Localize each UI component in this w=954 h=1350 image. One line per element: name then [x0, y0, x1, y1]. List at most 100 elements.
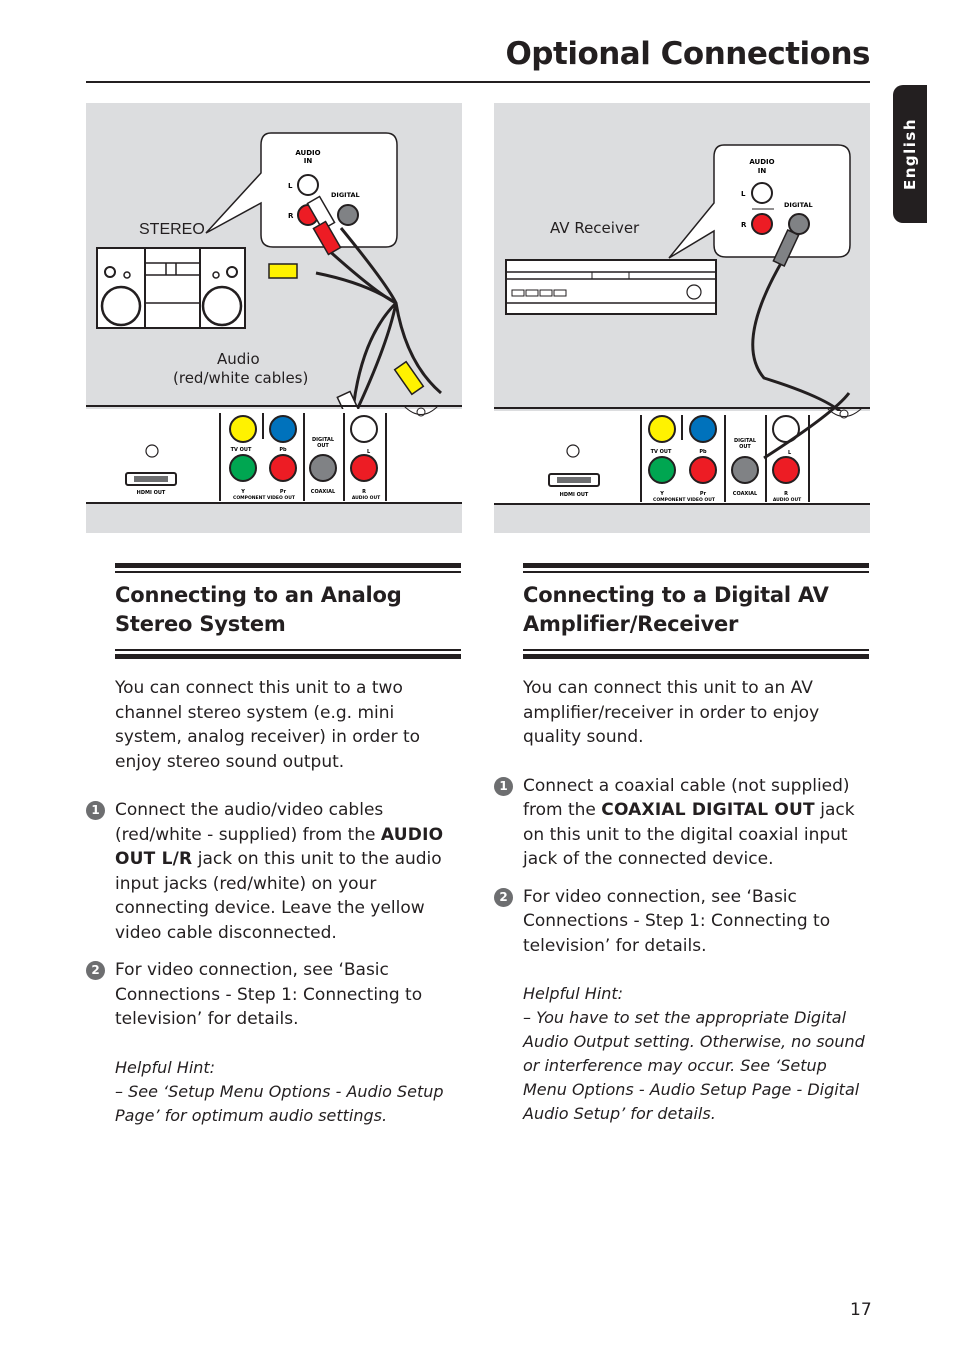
step-1: 1 Connect the audio/video cables (red/wh… — [86, 798, 461, 945]
step-number-icon: 1 — [494, 776, 513, 796]
callout-audio-in: AUDIO — [749, 158, 774, 166]
intro-paragraph: You can connect this unit to an AV ampli… — [523, 678, 820, 747]
coaxial-label: COAXIAL — [733, 491, 758, 497]
analog-stereo-section: Connecting to an Analog Stereo System Yo… — [86, 563, 461, 1128]
digital-out-label-2: OUT — [739, 444, 751, 450]
page-number: 17 — [850, 1300, 872, 1320]
step-2: 2 For video connection, see ‘Basic Conne… — [86, 958, 461, 1032]
audio-r-jack — [350, 454, 378, 482]
step-1: 1 Connect a coaxial cable (not supplied)… — [494, 774, 869, 872]
title-rule — [86, 81, 870, 83]
pr-label: Pr — [280, 489, 287, 495]
callout-l: L — [288, 182, 293, 190]
intro-paragraph: You can connect this unit to a two chann… — [115, 678, 421, 772]
callout-l: L — [741, 190, 746, 198]
pr-jack — [269, 454, 297, 482]
step-number-icon: 2 — [86, 961, 105, 980]
digital-av-diagram: AUDIO IN L R DIGITAL HDMI OUT TV OUT Pb … — [494, 103, 870, 533]
audio-out-label: AUDIO OUT — [352, 495, 381, 501]
page-title: Optional Connections — [505, 36, 870, 72]
section-heading: Connecting to an Analog Stereo System — [115, 581, 461, 639]
jack-l-in — [297, 174, 319, 196]
coaxial-jack — [731, 456, 759, 484]
pb-label: Pb — [699, 449, 707, 455]
callout-audio-in: AUDIO — [295, 149, 320, 157]
pb-jack — [689, 415, 717, 443]
audio-cable-label-2: (red/white cables) — [173, 369, 309, 387]
language-tab: English — [893, 85, 927, 223]
analog-diagram-art: AUDIO IN L R DIGITAL HDMI OUT TV OUT Pb … — [86, 132, 462, 504]
heading-rule-bottom-thin — [523, 649, 869, 651]
helpful-hint: Helpful Hint: – See ‘Setup Menu Options … — [115, 1056, 461, 1128]
heading-rule-top-thick — [115, 563, 461, 568]
step-text: For video connection, see ‘Basic Connect… — [115, 960, 423, 1029]
jack-r-in — [751, 213, 773, 235]
jack-l-in — [751, 182, 773, 204]
step-number-icon: 1 — [86, 801, 105, 820]
coaxial-label: COAXIAL — [311, 489, 336, 495]
hint-text: – You have to set the appropriate Digita… — [523, 1008, 865, 1123]
coaxial-jack — [309, 454, 337, 482]
step-2: 2 For video connection, see ‘Basic Conne… — [494, 885, 869, 959]
pr-jack — [689, 456, 717, 484]
step-text: Connect the audio/video cables (red/whit… — [115, 800, 384, 845]
stereo-label: STEREO — [139, 221, 205, 238]
digital-av-section: Connecting to a Digital AV Amplifier/Rec… — [494, 563, 869, 1126]
audio-l-jack — [350, 415, 378, 443]
component-label: COMPONENT VIDEO OUT — [233, 495, 296, 501]
hdmi-out-label: HDMI OUT — [137, 490, 166, 496]
audio-cable-label: Audio — [217, 350, 260, 368]
tv-out-label: TV OUT — [651, 449, 672, 455]
callout-digital: DIGITAL — [784, 201, 813, 209]
rear-panel: HDMI OUT TV OUT Pb Y Pr COMPONENT VIDEO … — [86, 405, 462, 504]
av-receiver-icon — [505, 259, 717, 315]
step-text: For video connection, see ‘Basic Connect… — [523, 886, 831, 956]
step-number-icon: 2 — [494, 887, 513, 907]
audio-r-label: R — [784, 491, 788, 497]
digital-out-label-2: OUT — [317, 443, 329, 449]
heading-rule-top-thin — [115, 571, 461, 573]
callout-r: R — [741, 221, 747, 229]
jack-digital-in — [337, 204, 359, 226]
hdmi-out-label: HDMI OUT — [560, 492, 589, 498]
heading-rule-bottom-thin — [115, 649, 461, 651]
component-label: COMPONENT VIDEO OUT — [653, 497, 716, 503]
tv-out-jack — [229, 415, 257, 443]
jack-digital-in — [788, 213, 810, 235]
analog-stereo-diagram: AUDIO IN L R DIGITAL HDMI OUT TV OUT Pb … — [86, 103, 462, 533]
heading-line-2: Amplifier/Receiver — [523, 612, 739, 636]
language-tab-label: English — [901, 117, 919, 191]
y-label: Y — [659, 491, 664, 497]
callout-digital: DIGITAL — [331, 191, 360, 199]
pb-label: Pb — [279, 447, 287, 453]
hint-title: Helpful Hint: — [523, 984, 624, 1003]
audio-r-label: R — [362, 489, 366, 495]
tv-out-jack — [648, 415, 676, 443]
callout-audio-in-2: IN — [304, 157, 313, 165]
y-jack — [648, 456, 676, 484]
digital-diagram-art: AUDIO IN L R DIGITAL HDMI OUT TV OUT Pb … — [494, 144, 870, 505]
heading-line-1: Connecting to an Analog — [115, 583, 402, 607]
heading-rule-bottom-thick — [115, 654, 461, 659]
heading-rule-bottom-thick — [523, 654, 869, 659]
section-heading: Connecting to a Digital AV Amplifier/Rec… — [523, 581, 869, 639]
helpful-hint: Helpful Hint: – You have to set the appr… — [523, 982, 869, 1126]
y-label: Y — [240, 489, 245, 495]
pb-jack — [269, 415, 297, 443]
hint-title: Helpful Hint: — [115, 1057, 216, 1077]
pr-label: Pr — [700, 491, 707, 497]
heading-line-2: Stereo System — [115, 612, 286, 636]
yellow-plug-top — [268, 263, 298, 279]
coaxial-cable-icon — [751, 257, 851, 424]
callout-audio-in-2: IN — [758, 167, 767, 175]
step-strong-text: COAXIAL DIGITAL OUT — [601, 800, 815, 820]
hint-text: – See ‘Setup Menu Options - Audio Setup … — [115, 1081, 444, 1125]
tv-out-label: TV OUT — [231, 447, 252, 453]
callout-r: R — [288, 212, 294, 220]
audio-out-label: AUDIO OUT — [773, 497, 802, 503]
heading-line-1: Connecting to a Digital AV — [523, 583, 829, 607]
av-receiver-label: AV Receiver — [550, 219, 640, 237]
heading-rule-top-thick — [523, 563, 869, 568]
stereo-device-icon — [96, 247, 246, 329]
audio-r-jack — [772, 456, 800, 484]
